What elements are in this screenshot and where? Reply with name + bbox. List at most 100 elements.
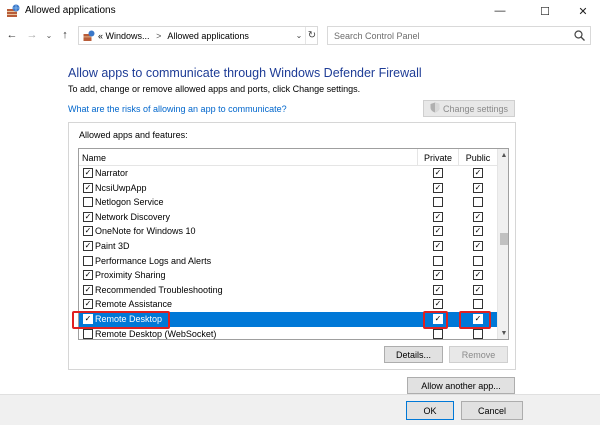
window-title: Allowed applications [25, 5, 116, 16]
list-item[interactable]: ✓ Paint 3D ✓ ✓ [79, 239, 497, 254]
app-name: NcsiUwpApp [95, 182, 147, 193]
enabled-checkbox[interactable]: ✓ [83, 240, 93, 251]
public-checkbox[interactable] [473, 328, 483, 339]
public-checkbox[interactable]: ✓ [473, 182, 483, 193]
enabled-checkbox[interactable]: ✓ [83, 168, 93, 178]
private-checkbox[interactable]: ✓ [433, 299, 443, 310]
app-name: Remote Desktop [95, 313, 163, 324]
instruction-text: To add, change or remove allowed apps an… [68, 84, 361, 94]
vertical-scrollbar[interactable]: ▲ ▼ [497, 149, 508, 339]
list-item[interactable]: ✓ Narrator ✓ ✓ [79, 166, 497, 181]
address-dropdown-icon[interactable]: ⌄ [293, 27, 305, 44]
list-item[interactable]: ✓ Recommended Troubleshooting ✓ ✓ [79, 283, 497, 298]
breadcrumb-overflow[interactable]: « [98, 31, 103, 41]
recent-locations-chevron-icon[interactable]: ⌄ [41, 26, 57, 44]
scroll-thumb[interactable] [500, 233, 508, 245]
ok-button[interactable]: OK [406, 401, 454, 420]
minimize-icon[interactable]: — [480, 0, 520, 22]
app-name: Recommended Troubleshooting [95, 284, 223, 295]
enabled-checkbox[interactable]: ✓ [83, 284, 93, 295]
private-checkbox[interactable] [433, 255, 443, 266]
enabled-checkbox[interactable] [83, 255, 93, 266]
public-checkbox[interactable] [473, 197, 483, 208]
public-checkbox[interactable] [473, 255, 483, 266]
public-checkbox[interactable] [473, 299, 483, 310]
uac-shield-icon [430, 102, 440, 115]
search-icon[interactable] [574, 30, 585, 41]
private-checkbox[interactable]: ✓ [433, 168, 443, 178]
remove-button[interactable]: Remove [449, 346, 508, 363]
public-checkbox[interactable]: ✓ [473, 284, 483, 295]
list-item[interactable]: Remote Desktop (WebSocket) [79, 327, 497, 339]
private-checkbox[interactable]: ✓ [433, 226, 443, 237]
search-input[interactable] [328, 27, 568, 44]
public-checkbox[interactable]: ✓ [473, 270, 483, 281]
enabled-checkbox[interactable]: ✓ [83, 299, 93, 310]
private-checkbox[interactable]: ✓ [433, 240, 443, 251]
list-item[interactable]: ✓ Remote Desktop ✓ ✓ [79, 311, 497, 327]
list-item[interactable]: ✓ Network Discovery ✓ ✓ [79, 210, 497, 225]
details-button[interactable]: Details... [384, 346, 443, 363]
private-checkbox[interactable] [433, 328, 443, 339]
up-arrow-icon[interactable]: ↑ [57, 26, 73, 44]
app-name: Remote Assistance [95, 299, 173, 310]
app-name: Paint 3D [95, 240, 130, 251]
list-item[interactable]: Performance Logs and Alerts [79, 254, 497, 269]
public-checkbox[interactable]: ✓ [473, 168, 483, 178]
enabled-checkbox[interactable] [83, 328, 93, 339]
list-item[interactable]: ✓ Remote Assistance ✓ [79, 297, 497, 312]
breadcrumb-windows[interactable]: Windows... [106, 31, 150, 41]
private-checkbox[interactable]: ✓ [433, 211, 443, 222]
forward-arrow-icon[interactable]: → [24, 26, 40, 44]
breadcrumb: « Windows... > Allowed applications [98, 31, 249, 41]
title-bar: Allowed applications — ☐ ✕ [0, 0, 600, 22]
private-checkbox[interactable] [433, 197, 443, 208]
column-header-name[interactable]: Name [82, 153, 106, 163]
allowed-apps-list[interactable]: Name Private Public ✓ Narrator ✓ ✓ ✓ NcsiUwpA… [78, 148, 509, 340]
list-item[interactable]: Netlogon Service [79, 195, 497, 210]
column-header-public[interactable]: Public [458, 149, 497, 166]
list-header: Name Private Public [79, 149, 497, 166]
breadcrumb-separator: > [156, 31, 162, 41]
page-title: Allow apps to communicate through Window… [68, 66, 422, 80]
risks-link[interactable]: What are the risks of allowing an app to… [68, 104, 287, 114]
app-name: Network Discovery [95, 211, 171, 222]
close-icon[interactable]: ✕ [563, 0, 600, 22]
refresh-icon[interactable]: ↻ [305, 27, 318, 44]
enabled-checkbox[interactable]: ✓ [83, 182, 93, 193]
scroll-down-arrow-icon[interactable]: ▼ [498, 327, 508, 339]
enabled-checkbox[interactable]: ✓ [83, 226, 93, 237]
enabled-checkbox[interactable] [83, 197, 93, 208]
public-checkbox[interactable]: ✓ [473, 211, 483, 222]
app-name: Remote Desktop (WebSocket) [95, 328, 217, 339]
public-checkbox[interactable]: ✓ [473, 313, 483, 324]
public-checkbox[interactable]: ✓ [473, 240, 483, 251]
app-name: OneNote for Windows 10 [95, 226, 196, 237]
public-checkbox[interactable]: ✓ [473, 226, 483, 237]
change-settings-button[interactable]: Change settings [423, 100, 515, 117]
app-name: Proximity Sharing [95, 270, 166, 281]
list-item[interactable]: ✓ OneNote for Windows 10 ✓ ✓ [79, 224, 497, 239]
enabled-checkbox[interactable]: ✓ [83, 270, 93, 281]
app-name: Netlogon Service [95, 197, 164, 208]
column-header-private[interactable]: Private [417, 149, 458, 166]
list-item[interactable]: ✓ NcsiUwpApp ✓ ✓ [79, 181, 497, 196]
back-arrow-icon[interactable]: ← [4, 26, 20, 44]
list-item[interactable]: ✓ Proximity Sharing ✓ ✓ [79, 268, 497, 283]
enabled-checkbox[interactable]: ✓ [83, 313, 93, 324]
private-checkbox[interactable]: ✓ [433, 284, 443, 295]
allow-another-app-button[interactable]: Allow another app... [407, 377, 515, 394]
scroll-up-arrow-icon[interactable]: ▲ [498, 149, 508, 161]
cancel-button[interactable]: Cancel [461, 401, 523, 420]
enabled-checkbox[interactable]: ✓ [83, 211, 93, 222]
address-bar[interactable]: « Windows... > Allowed applications ⌄ ↻ [78, 26, 318, 45]
group-label: Allowed apps and features: [79, 130, 188, 140]
private-checkbox[interactable]: ✓ [433, 313, 443, 324]
firewall-app-icon [6, 4, 20, 18]
search-box [327, 26, 591, 45]
private-checkbox[interactable]: ✓ [433, 270, 443, 281]
private-checkbox[interactable]: ✓ [433, 182, 443, 193]
maximize-icon[interactable]: ☐ [525, 0, 565, 22]
navigation-bar: ← → ⌄ ↑ « Windows... > Allowed applicati… [0, 24, 600, 46]
breadcrumb-allowed-applications[interactable]: Allowed applications [167, 31, 249, 41]
